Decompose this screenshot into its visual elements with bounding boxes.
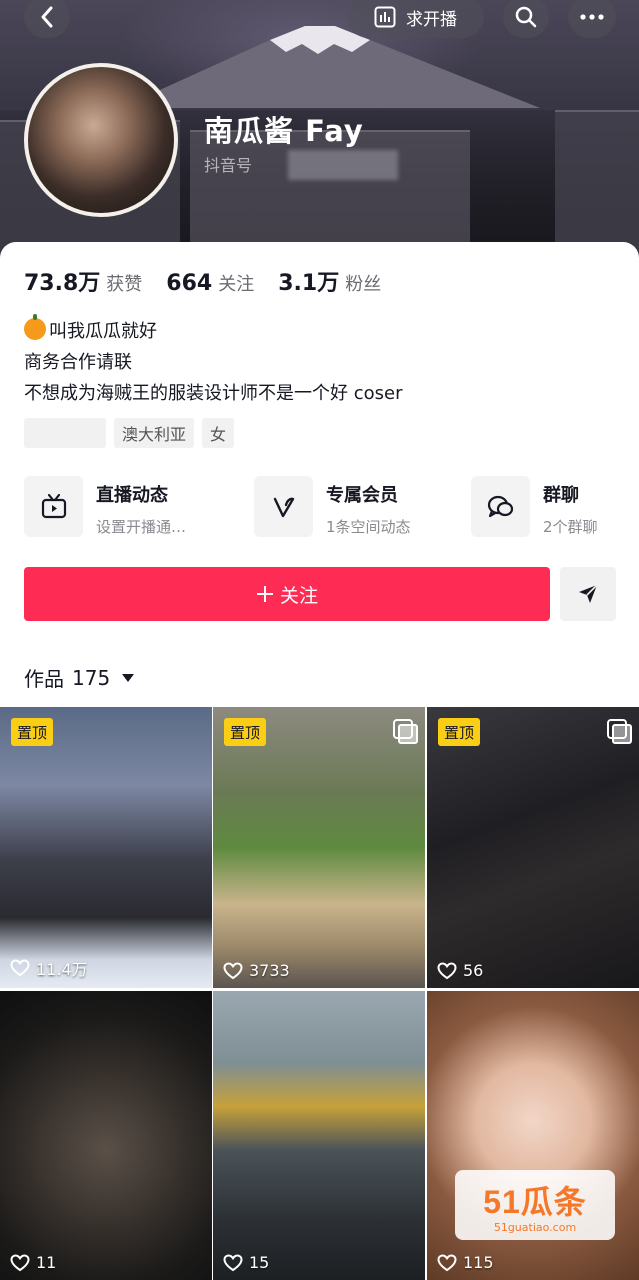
feature-icon-box bbox=[254, 476, 313, 537]
caret-down-icon bbox=[122, 673, 135, 682]
feature-title: 群聊 bbox=[543, 485, 579, 506]
feature-icon-box bbox=[471, 476, 530, 537]
heart-icon bbox=[10, 1253, 30, 1271]
plus-icon bbox=[256, 586, 273, 602]
like-count-text: 15 bbox=[249, 1253, 270, 1272]
site-watermark: 51瓜条 51guatiao.com bbox=[455, 1170, 615, 1240]
request-live-button[interactable]: 求开播 bbox=[347, 0, 484, 38]
live-chart-icon bbox=[374, 6, 396, 28]
feature-exclusive-member[interactable]: 专属会员 1条空间动态 bbox=[254, 476, 411, 538]
like-count-text: 11.4万 bbox=[36, 960, 88, 979]
feature-icon-box bbox=[24, 476, 83, 537]
like-count: 11.4万 bbox=[10, 956, 88, 980]
bio-line-1: 叫我瓜瓜就好 bbox=[24, 314, 402, 347]
v-icon bbox=[273, 497, 294, 517]
heart-icon bbox=[10, 959, 30, 977]
pinned-badge: 置顶 bbox=[438, 718, 481, 746]
like-count: 15 bbox=[223, 1253, 269, 1272]
tags-row: 澳大利亚 女 bbox=[24, 418, 235, 448]
video-tile[interactable]: 11 bbox=[0, 991, 212, 1280]
features-row: 直播动态 设置开播通… 专属会员 1条空间动态 群聊 2个群聊 bbox=[24, 476, 624, 538]
feature-subtitle: 设置开播通… bbox=[96, 518, 187, 536]
nickname: 南瓜酱 Fay bbox=[204, 114, 364, 148]
follow-button[interactable]: 关注 bbox=[24, 567, 550, 621]
works-tab[interactable]: 作品 175 bbox=[24, 663, 135, 692]
like-count: 3733 bbox=[223, 961, 290, 980]
video-tile[interactable]: 置顶 56 bbox=[427, 707, 639, 988]
feature-live-updates[interactable]: 直播动态 设置开播通… bbox=[24, 476, 186, 538]
bio: 叫我瓜瓜就好 商务合作请联 不想成为海贼王的服装设计师不是一个好 coser bbox=[24, 314, 403, 409]
heart-icon bbox=[223, 961, 243, 979]
tag-redacted bbox=[24, 418, 106, 448]
chevron-left-icon bbox=[41, 6, 53, 28]
message-button[interactable] bbox=[560, 567, 616, 621]
like-count-text: 11 bbox=[36, 1253, 57, 1272]
following-count[interactable]: 664 bbox=[166, 271, 212, 296]
heart-icon bbox=[437, 961, 457, 979]
bio-line-1-text: 叫我瓜瓜就好 bbox=[49, 321, 157, 342]
video-tile[interactable]: 置顶 3733 bbox=[213, 707, 425, 988]
likes-count[interactable]: 73.8万 bbox=[24, 265, 100, 297]
like-count-text: 115 bbox=[463, 1253, 494, 1272]
tv-icon bbox=[41, 493, 66, 518]
search-button[interactable] bbox=[503, 0, 549, 38]
like-count: 11 bbox=[10, 1253, 56, 1272]
search-icon bbox=[515, 6, 537, 28]
tag-gender: 女 bbox=[202, 418, 235, 448]
video-tile[interactable]: 15 bbox=[213, 991, 425, 1280]
like-count-text: 3733 bbox=[249, 961, 290, 980]
pinned-badge: 置顶 bbox=[11, 718, 54, 746]
multi-image-icon bbox=[393, 719, 418, 744]
feature-title: 专属会员 bbox=[326, 485, 398, 506]
more-button[interactable] bbox=[568, 0, 616, 38]
chat-bubbles-icon bbox=[487, 495, 513, 517]
follow-label: 关注 bbox=[279, 584, 318, 607]
request-live-label: 求开播 bbox=[406, 9, 457, 30]
watermark-url: 51guatiao.com bbox=[493, 1220, 577, 1234]
multi-image-icon bbox=[607, 719, 632, 744]
watermark-logo: 51瓜条 bbox=[483, 1183, 587, 1220]
heart-icon bbox=[223, 1253, 243, 1271]
heart-icon bbox=[437, 1253, 457, 1271]
douyin-id-label: 抖音号 bbox=[204, 156, 253, 175]
stats-row: 73.8万 获赞 664 关注 3.1万 粉丝 bbox=[24, 265, 405, 297]
like-count: 115 bbox=[437, 1253, 494, 1272]
avatar[interactable] bbox=[24, 63, 178, 217]
tag-location: 澳大利亚 bbox=[114, 418, 195, 448]
pumpkin-icon bbox=[24, 314, 46, 340]
back-button[interactable] bbox=[24, 0, 70, 38]
following-label: 关注 bbox=[218, 274, 255, 295]
video-tile[interactable]: 置顶 11.4万 bbox=[0, 707, 212, 988]
redacted-id bbox=[288, 150, 398, 180]
more-dots-icon bbox=[580, 14, 604, 20]
followers-label: 粉丝 bbox=[345, 274, 382, 295]
bio-line-3: 不想成为海贼王的服装设计师不是一个好 coser bbox=[24, 383, 403, 404]
followers-count[interactable]: 3.1万 bbox=[278, 265, 339, 297]
feature-group-chat[interactable]: 群聊 2个群聊 bbox=[471, 476, 598, 538]
feature-subtitle: 1条空间动态 bbox=[326, 518, 411, 536]
send-icon bbox=[579, 584, 598, 603]
likes-label: 获赞 bbox=[106, 274, 143, 295]
feature-subtitle: 2个群聊 bbox=[543, 518, 598, 536]
pinned-badge: 置顶 bbox=[224, 718, 267, 746]
bio-line-2: 商务合作请联 bbox=[24, 352, 132, 373]
like-count: 56 bbox=[437, 961, 483, 980]
feature-title: 直播动态 bbox=[96, 485, 168, 506]
works-count: 175 bbox=[72, 665, 111, 690]
like-count-text: 56 bbox=[463, 961, 484, 980]
works-label: 作品 bbox=[24, 667, 64, 691]
